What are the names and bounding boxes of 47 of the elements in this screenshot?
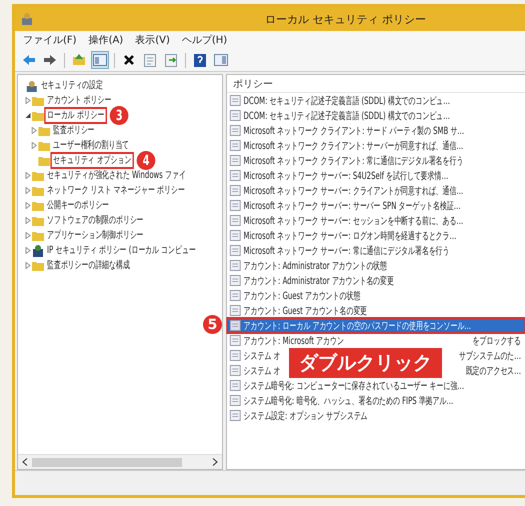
policy-row[interactable]: DCOM: セキュリティ記述子定義言語 (SDDL) 構文でのコンピュ…: [227, 93, 525, 108]
menu-item[interactable]: ヘルプ(H): [182, 33, 228, 47]
menu-item[interactable]: 表示(V): [135, 33, 170, 47]
policy-name-fragment[interactable]: をブロックする: [472, 334, 521, 348]
tree-item[interactable]: アプリケーション制御ポリシー: [46, 229, 145, 242]
policy-row[interactable]: アカウント: Guest アカウント名の変更: [227, 303, 525, 318]
policy-name-fragment[interactable]: サブシステムのた…: [458, 348, 521, 362]
policy-row[interactable]: Microsoft ネットワーク サーバー: セッションを中断する前に、ある…: [227, 213, 525, 228]
policy-row[interactable]: DCOM: セキュリティ記述子定義言語 (SDDL) 構文でのコンピュ…: [227, 108, 525, 123]
instruction-label: ダブルクリック: [289, 348, 442, 378]
policy-name-fragment[interactable]: アカウント: Microsoft アカウン: [244, 334, 344, 348]
tree-item[interactable]: ユーザー権利の割り当て: [52, 139, 130, 152]
policy-name-fragment[interactable]: 既定のアクセス…: [466, 364, 521, 378]
policy-row[interactable]: Microsoft ネットワーク サーバー: ログオン時間を経過するとクラ…: [227, 228, 525, 243]
policy-row[interactable]: Microsoft ネットワーク クライアント: 常に通信にデジタル署名を行う: [227, 153, 525, 168]
tree-item[interactable]: ローカル ポリシー: [46, 109, 106, 122]
policy-row[interactable]: アカウント: Guest アカウントの状態: [227, 288, 525, 303]
policy-row[interactable]: アカウント: ローカル アカウントの空のパスワードの使用をコンソール…: [227, 318, 525, 333]
step-number-badge: 3: [110, 106, 129, 125]
tree-item[interactable]: セキュリティ オプション: [52, 154, 133, 167]
policy-row[interactable]: Microsoft ネットワーク クライアント: サード パーティ製の SMB サ…: [227, 123, 525, 138]
step-number-badge: 4: [136, 151, 156, 170]
policy-row[interactable]: Microsoft ネットワーク サーバー: S4U2Self を試行して要求情…: [227, 168, 525, 183]
tree-item[interactable]: 公開キーのポリシー: [46, 199, 110, 212]
policy-name-fragment[interactable]: システム オ: [244, 348, 280, 362]
policy-row[interactable]: システム暗号化: コンピューターに保存されているユーザー キーに強…: [227, 378, 525, 393]
tree-item[interactable]: セキュリティの設定: [39, 79, 104, 92]
menu-item[interactable]: 操作(A): [88, 33, 124, 47]
window-title: ローカル セキュリティ ポリシー: [265, 12, 426, 26]
tree-item[interactable]: 監査ポリシーの詳細な構成: [46, 259, 132, 272]
menu-item[interactable]: ファイル(F): [23, 33, 77, 47]
policy-row[interactable]: アカウント: Administrator アカウントの状態: [227, 258, 525, 273]
tree-item[interactable]: 監査ポリシー: [52, 124, 96, 137]
tree-item[interactable]: アカウント ポリシー: [46, 94, 113, 107]
tree-item[interactable]: セキュリティが強化された Windows ファイ: [46, 169, 188, 182]
policy-row[interactable]: システム暗号化: 暗号化、ハッシュ、署名のための FIPS 準拠アル…: [227, 393, 525, 408]
tree-item[interactable]: ネットワーク リスト マネージャー ポリシー: [46, 184, 186, 197]
policy-row[interactable]: Microsoft ネットワーク サーバー: サーバー SPN ターゲット名検証…: [227, 198, 525, 213]
policy-row[interactable]: Microsoft ネットワーク サーバー: クライアントが同意すれば、通信…: [227, 183, 525, 198]
policy-name-fragment[interactable]: システム オ: [244, 364, 280, 378]
policy-row[interactable]: システム設定: オプション サブシステム: [227, 408, 525, 423]
tree-item[interactable]: IP セキュリティ ポリシー (ローカル コンピュー: [46, 244, 198, 257]
policy-row[interactable]: Microsoft ネットワーク クライアント: サーバーが同意すれば、通信…: [227, 138, 525, 153]
policy-row[interactable]: Microsoft ネットワーク サーバー: 常に通信にデジタル署名を行う: [227, 243, 525, 258]
column-header[interactable]: ポリシー: [227, 75, 525, 93]
tree-item[interactable]: ソフトウェアの制限のポリシー: [46, 214, 145, 227]
policy-row[interactable]: アカウント: Administrator アカウント名の変更: [227, 273, 525, 288]
